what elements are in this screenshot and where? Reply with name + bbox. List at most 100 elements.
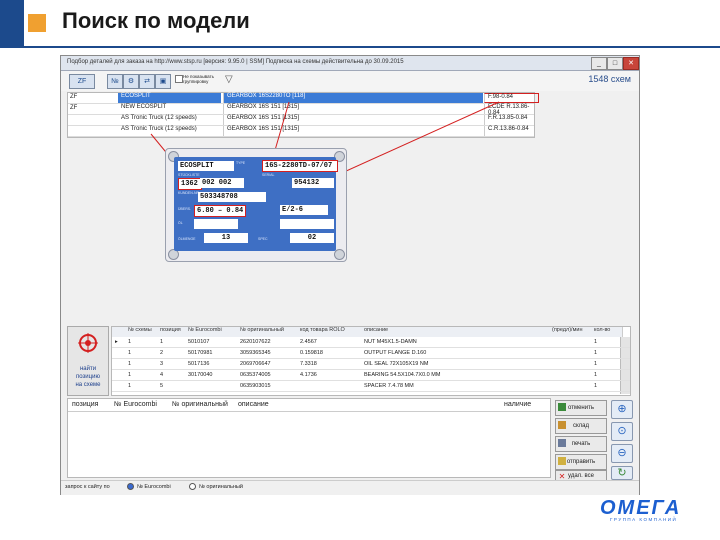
parts-table: № схемы позиция № Eurocombi № оригинальн… <box>111 326 631 396</box>
plate-serial: 954132 <box>292 178 334 188</box>
zoom-search-icon[interactable]: ⊙ <box>611 422 633 441</box>
plate-label-spec: SPEC <box>258 237 268 241</box>
plate-number-a: 1362 <box>178 178 202 190</box>
plate-oil-b: 02 <box>290 233 334 243</box>
nameplate-face: ECOSPLIT TYPE 16S-2280TD-07/07 STÜCKLIST… <box>174 157 338 251</box>
cell-qty: 1 <box>594 383 598 389</box>
cancel-button[interactable]: отменить <box>555 400 607 416</box>
table-row[interactable]: 1 5 0635903015 SPACER 7.4.78 MM 1 <box>112 382 630 392</box>
zoom-in-icon[interactable]: ⊕ <box>611 400 633 419</box>
cell-original: 3059365345 <box>240 350 271 356</box>
cell-rolo: 7.3318 <box>300 361 317 367</box>
printer-icon <box>558 439 566 447</box>
cell-description: BEARING 54.5X104.7X0.0 MM <box>364 372 441 378</box>
column-header[interactable]: № оригинальный <box>238 327 299 337</box>
stock-button[interactable]: склад <box>555 418 607 434</box>
column-header[interactable]: (предл)/мин <box>550 327 593 337</box>
cell-qty: 1 <box>594 339 598 345</box>
cell-original: 2069706647 <box>240 361 271 367</box>
row-marker-icon: ▸ <box>115 339 118 345</box>
cell-original: 0635903015 <box>240 383 271 389</box>
status-bar: запрос к сайту по № Eurocombi № оригинал… <box>61 480 639 495</box>
title-bullet-icon <box>28 14 46 32</box>
send-button[interactable]: отправить <box>555 454 607 470</box>
zoom-out-icon[interactable]: ⊖ <box>611 444 633 463</box>
column-header[interactable]: позиция <box>72 401 98 408</box>
table-row[interactable]: 1 2 50170981 3059365345 0.159818 OUTPUT … <box>112 349 630 359</box>
cell-scheme: 1 <box>128 350 132 356</box>
stock-icon <box>558 421 566 429</box>
header-divider <box>0 46 720 48</box>
column-header[interactable]: наличие <box>504 401 531 408</box>
column-header[interactable]: позиция <box>158 327 187 337</box>
logo-subtitle: ГРУППА КОМПАНИЙ <box>610 517 678 522</box>
cell-eurocombi: 50170981 <box>188 350 213 356</box>
refresh-icon[interactable]: ↻ <box>611 466 633 480</box>
envelope-icon <box>558 457 566 465</box>
radio-eurocombi-label: № Eurocombi <box>137 484 171 490</box>
plate-model: ECOSPLIT <box>178 161 234 171</box>
column-header[interactable]: № схемы <box>126 327 159 337</box>
omega-logo: ОМЕГА ГРУППА КОМПАНИЙ <box>600 497 704 522</box>
column-header[interactable]: описание <box>238 401 269 408</box>
cell-eurocombi: 5017136 <box>188 361 210 367</box>
plate-field-empty <box>280 219 334 229</box>
plate-customer-no: 503348708 <box>198 192 266 202</box>
cancel-icon <box>558 403 566 411</box>
cell-description: OUTPUT FLANGE D.160 <box>364 350 427 356</box>
plate-label-ratio: ÜBERS. <box>178 207 192 211</box>
cell-position: 5 <box>160 383 164 389</box>
delete-icon: ✕ <box>558 472 566 481</box>
slide-accent-bar <box>0 0 24 46</box>
find-position-button[interactable]: найти позицию на схеме <box>67 326 109 396</box>
column-header[interactable]: описание <box>362 327 551 337</box>
cell-position: 3 <box>160 361 164 367</box>
column-header[interactable]: № Eurocombi <box>186 327 239 337</box>
radio-original[interactable] <box>189 483 196 490</box>
status-label: запрос к сайту по <box>65 484 110 490</box>
plate-label-oil: ÖL <box>178 221 183 225</box>
table-row[interactable]: 1 3 5017136 2069706647 7.3318 OIL SEAL 7… <box>112 360 630 370</box>
cell-rolo: 0.159818 <box>300 350 323 356</box>
plate-ratio-b: 0.84 <box>226 207 244 215</box>
cell-scheme: 1 <box>128 372 132 378</box>
table-row[interactable]: 1 4 30170040 0635374005 4.1736 BEARING 5… <box>112 371 630 381</box>
screw-icon <box>334 249 345 260</box>
column-header <box>112 327 127 337</box>
cell-scheme: 1 <box>128 383 132 389</box>
plate-label-oil-qty: ÖLMENGE <box>178 237 196 241</box>
app-window: Подбор деталей для заказа на http://www.… <box>60 55 640 495</box>
cell-rolo: 4.1736 <box>300 372 317 378</box>
radio-original-label: № оригинальный <box>199 484 243 490</box>
find-position-label: найти позицию на схеме <box>75 366 101 388</box>
plate-label-serial: SERIAL <box>262 173 275 177</box>
plate-ratio-a: 6.80 <box>197 207 214 215</box>
print-button[interactable]: печать <box>555 436 607 452</box>
cell-position: 2 <box>160 350 164 356</box>
plate-ratio: 6.80 – 0.84 <box>194 205 246 217</box>
column-header[interactable]: № Eurocombi <box>114 401 157 408</box>
column-header[interactable]: кол-во <box>592 327 623 337</box>
cell-description: OIL SEAL 72X105X19 NM <box>364 361 429 367</box>
cell-position: 4 <box>160 372 164 378</box>
cell-qty: 1 <box>594 372 598 378</box>
column-header[interactable]: № оригинальный <box>172 401 228 408</box>
column-header[interactable]: код товара ROLO <box>298 327 363 337</box>
order-table: позиция № Eurocombi № оригинальный описа… <box>67 398 551 478</box>
cell-position: 1 <box>160 339 164 345</box>
plate-number-b: 002 002 <box>200 178 244 188</box>
plate-type: 16S-2280TD-07/07 <box>262 160 338 172</box>
plate-label-customer: KUNDEN-NR <box>178 191 199 195</box>
plate-ratio-c: E/2-6 <box>280 205 328 215</box>
table-row[interactable]: ▸ 1 1 5010107 2620107622 2.4567 NUT M45X… <box>112 338 630 348</box>
cell-description: SPACER 7.4.78 MM <box>364 383 414 389</box>
divider <box>68 411 550 412</box>
cell-eurocombi: 30170040 <box>188 372 213 378</box>
slide-title: Поиск по модели <box>62 8 250 33</box>
cell-eurocombi: 5010107 <box>188 339 210 345</box>
cell-scheme: 1 <box>128 339 132 345</box>
radio-eurocombi[interactable] <box>127 483 134 490</box>
cell-qty: 1 <box>594 361 598 367</box>
cell-original: 2620107622 <box>240 339 271 345</box>
cell-scheme: 1 <box>128 361 132 367</box>
